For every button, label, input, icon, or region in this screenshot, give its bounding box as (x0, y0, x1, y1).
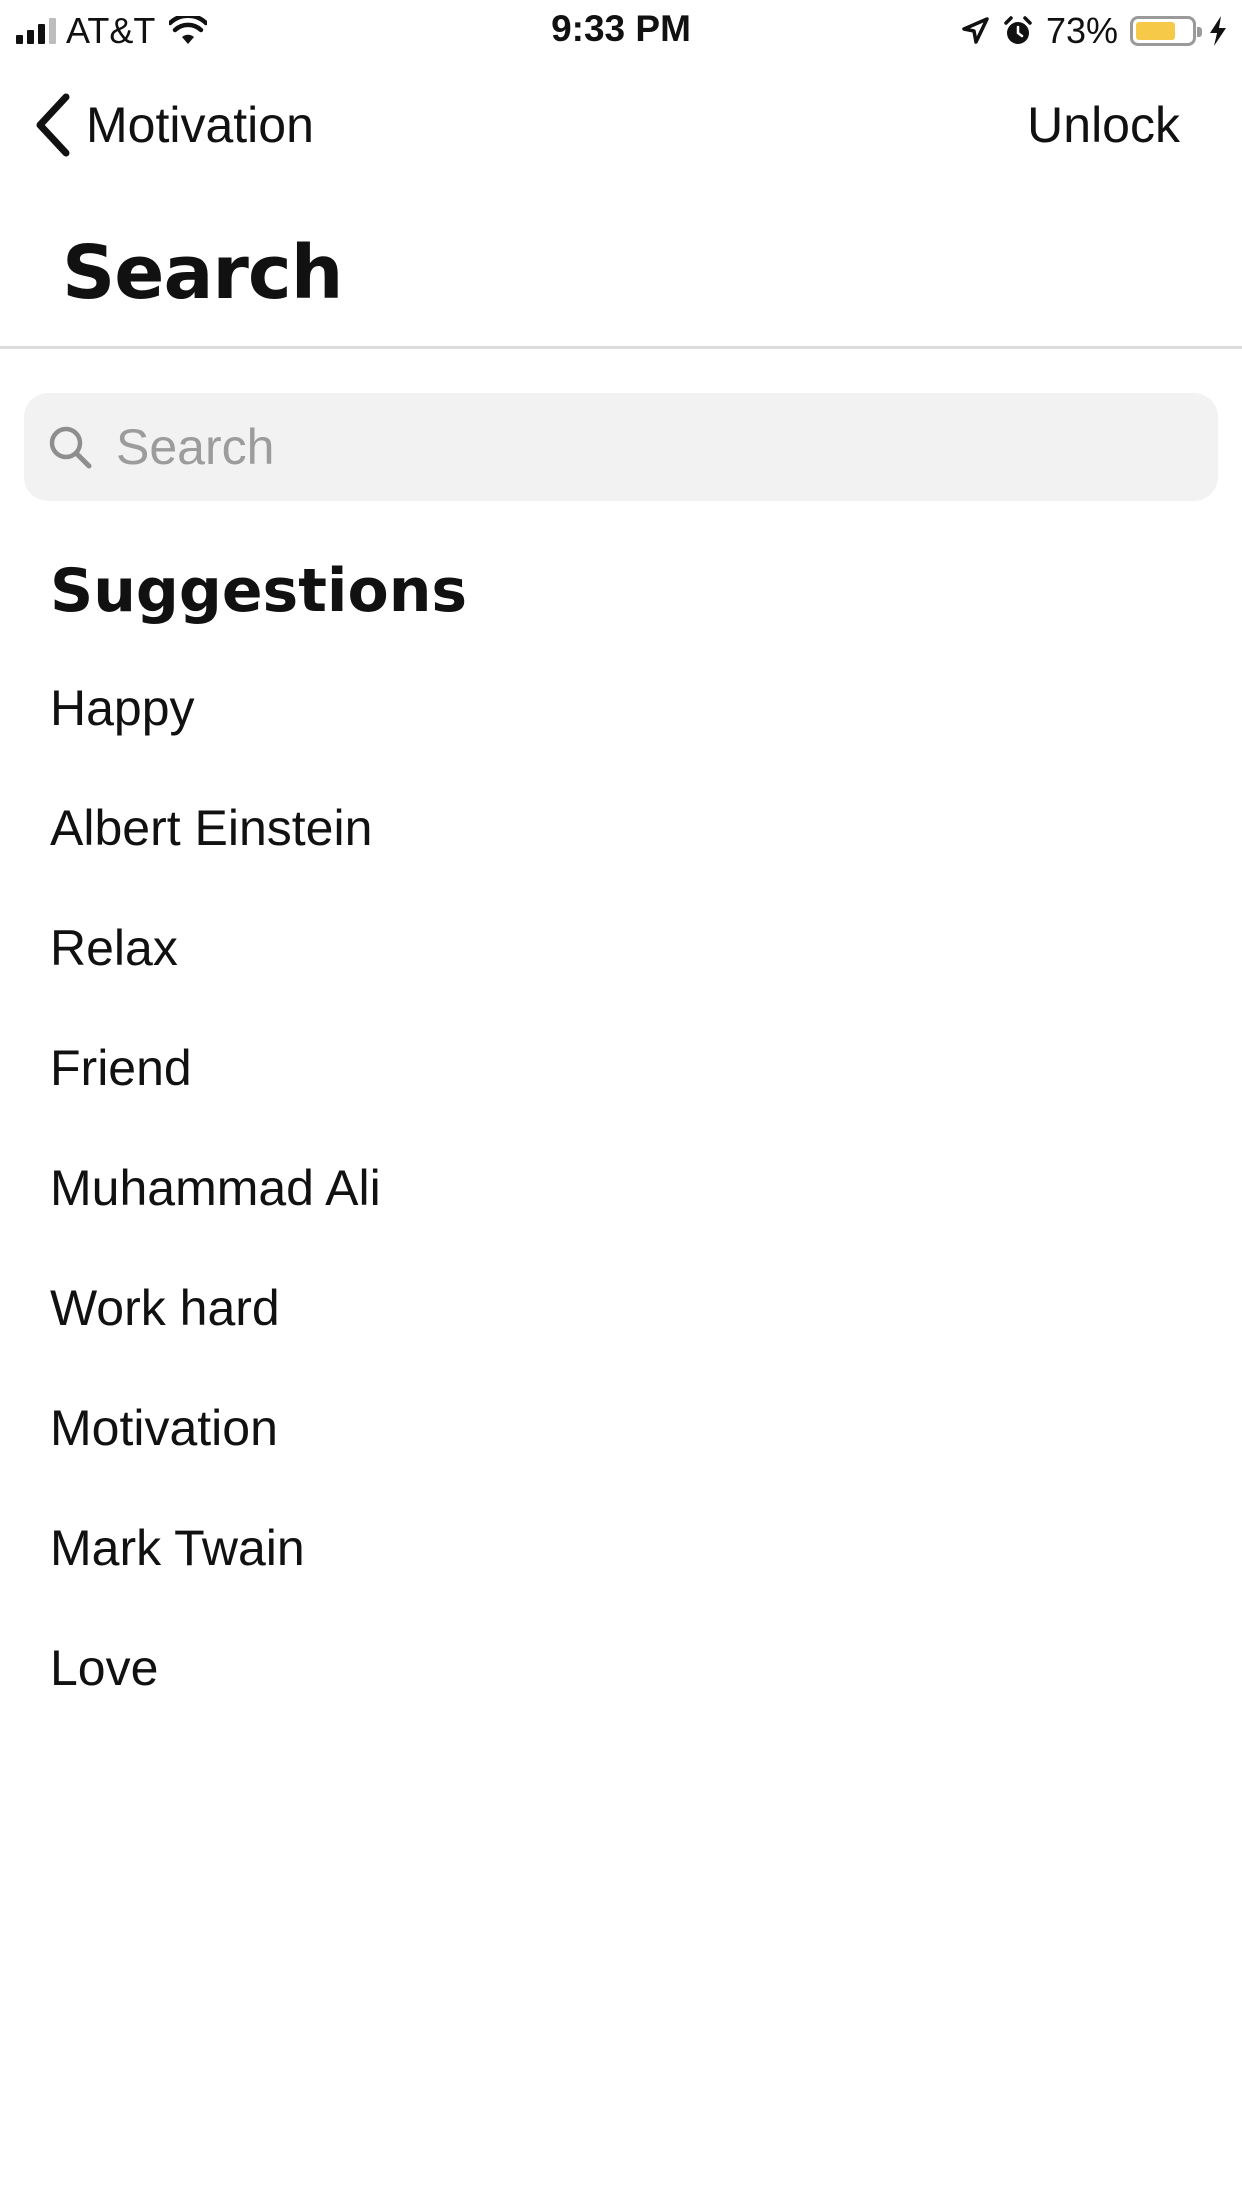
suggestion-item[interactable]: Motivation (50, 1380, 1200, 1500)
chevron-left-icon (36, 93, 70, 157)
suggestions-heading: Suggestions (50, 556, 468, 626)
suggestion-item[interactable]: Work hard (50, 1260, 1200, 1380)
suggestion-item[interactable]: Relax (50, 900, 1200, 1020)
charging-icon (1210, 16, 1226, 46)
search-bar[interactable] (24, 393, 1218, 501)
status-bar: AT&T 9:33 PM 73% (0, 0, 1242, 62)
search-input[interactable] (116, 407, 1176, 487)
search-icon (46, 423, 94, 471)
suggestion-item[interactable]: Love (50, 1620, 1200, 1740)
alarm-icon (1004, 16, 1032, 44)
suggestion-list: Happy Albert Einstein Relax Friend Muham… (50, 660, 1200, 1740)
location-icon (962, 17, 989, 44)
suggestion-item[interactable]: Friend (50, 1020, 1200, 1140)
battery-fill (1136, 22, 1175, 40)
unlock-button[interactable]: Unlock (1027, 92, 1180, 158)
suggestion-item[interactable]: Muhammad Ali (50, 1140, 1200, 1260)
battery-icon (1130, 16, 1202, 46)
navigation-bar: Motivation Unlock (0, 80, 1242, 170)
title-divider (0, 346, 1242, 349)
back-button-label: Motivation (86, 97, 314, 153)
suggestion-item[interactable]: Mark Twain (50, 1500, 1200, 1620)
back-button[interactable]: Motivation (32, 92, 314, 158)
battery-percent: 73% (1045, 10, 1118, 51)
suggestion-item[interactable]: Happy (50, 660, 1200, 780)
suggestion-item[interactable]: Albert Einstein (50, 780, 1200, 900)
page-title: Search (62, 230, 343, 316)
status-bar-right: 73% (960, 10, 1228, 52)
